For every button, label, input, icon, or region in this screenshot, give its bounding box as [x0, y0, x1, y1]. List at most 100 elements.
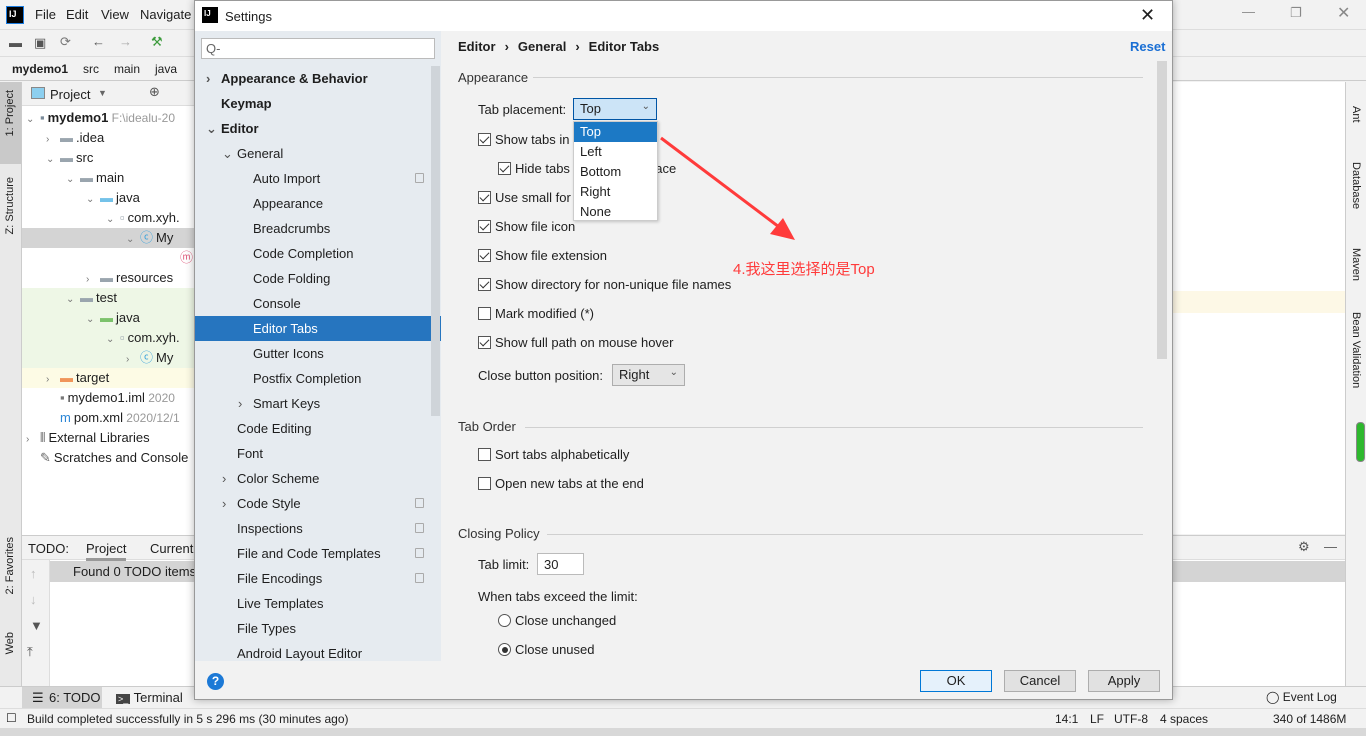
gear-icon[interactable]: ⚙ — [1298, 539, 1310, 555]
expand-chevron-icon[interactable]: ⌄ — [86, 190, 100, 210]
dropdown-option-bottom[interactable]: Bottom — [574, 162, 657, 182]
project-tree-item[interactable]: ⌄ ▬ src — [46, 148, 93, 168]
nav-item-appearance-behavior[interactable]: › Appearance & Behavior — [195, 66, 441, 91]
tool-bean-validation[interactable]: Bean Validation — [1350, 312, 1362, 388]
checkbox-show-file-extension[interactable]: Show file extension — [478, 246, 607, 266]
editor-area[interactable] — [1173, 82, 1345, 534]
project-tree-item[interactable]: › ⫴ External Libraries — [26, 428, 150, 448]
tool-favorites[interactable]: 2: Favorites — [4, 537, 16, 594]
encoding[interactable]: UTF-8 — [1114, 712, 1148, 726]
window-close-icon[interactable]: ✕ — [1337, 3, 1350, 23]
nav-item-live-templates[interactable]: Live Templates — [195, 591, 441, 616]
forward-icon[interactable]: → — [119, 34, 132, 49]
nav-item-code-editing[interactable]: Code Editing — [195, 416, 441, 441]
nav-item-general[interactable]: ⌄ General — [195, 141, 441, 166]
project-tree-item[interactable]: ⌄ ▪ mydemo1 F:\idealu-20 — [26, 108, 175, 128]
tool-database[interactable]: Database — [1350, 162, 1362, 209]
content-scrollbar[interactable] — [1157, 61, 1167, 359]
checkbox-show-tabs-in[interactable]: Show tabs in — [478, 130, 569, 150]
nav-scrollbar[interactable] — [431, 66, 440, 416]
caret-position[interactable]: 14:1 — [1055, 712, 1078, 726]
todo-tab-project[interactable]: Project — [86, 541, 127, 561]
crumb[interactable]: mydemo1 — [12, 62, 68, 76]
nav-item-appearance[interactable]: Appearance — [195, 191, 441, 216]
nav-item-keymap[interactable]: Keymap — [195, 91, 441, 116]
minimize-icon[interactable]: — — [1242, 4, 1255, 19]
project-tree-item[interactable]: › ⓒ My — [126, 348, 173, 368]
project-tree-item[interactable]: ▪ mydemo1.iml 2020 — [46, 388, 175, 408]
expand-chevron-icon[interactable]: ⌄ — [46, 150, 60, 170]
nav-item-smart-keys[interactable]: › Smart Keys — [195, 391, 441, 416]
dropdown-option-left[interactable]: Left — [574, 142, 657, 162]
nav-item-file-encodings[interactable]: File Encodings — [195, 566, 441, 591]
nav-item-console[interactable]: Console — [195, 291, 441, 316]
nav-item-code-style[interactable]: › Code Style — [195, 491, 441, 516]
project-tree-item[interactable]: ⌄ ▬ java — [86, 188, 140, 208]
nav-item-code-folding[interactable]: Code Folding — [195, 266, 441, 291]
filter-icon[interactable]: ▼ — [30, 618, 43, 633]
line-separator[interactable]: LF — [1090, 712, 1104, 726]
cancel-button[interactable]: Cancel — [1004, 670, 1076, 692]
expand-chevron-icon[interactable]: ⌄ — [66, 170, 80, 190]
tool-web[interactable]: Web — [4, 632, 16, 654]
nav-item-inspections[interactable]: Inspections — [195, 516, 441, 541]
tool-project[interactable]: 1: Project — [4, 90, 16, 136]
back-icon[interactable]: ← — [92, 34, 105, 49]
nav-item-file-types[interactable]: File Types — [195, 616, 441, 641]
locate-icon[interactable]: ⊕ — [149, 84, 160, 100]
down-icon[interactable]: ↓ — [30, 592, 37, 607]
expand-chevron-icon[interactable]: › — [86, 270, 100, 290]
project-tree-item[interactable]: m pom.xml 2020/12/1 — [46, 408, 180, 428]
expand-chevron-icon[interactable]: ⌄ — [26, 110, 40, 130]
hide-icon[interactable]: — — [1324, 539, 1337, 554]
tool-maven[interactable]: Maven — [1350, 248, 1362, 281]
chevron-down-icon[interactable]: ▼ — [98, 88, 107, 98]
radio-close-unchanged[interactable]: Close unchanged — [498, 611, 616, 631]
nav-item-breadcrumbs[interactable]: Breadcrumbs — [195, 216, 441, 241]
radio-close-unused[interactable]: Close unused — [498, 640, 595, 660]
tab-limit-input[interactable]: 30 — [537, 553, 584, 575]
chevron-down-icon[interactable]: ⌄ — [206, 116, 217, 141]
crumb[interactable]: java — [155, 62, 177, 76]
checkbox-use-small-for[interactable]: Use small for — [478, 188, 571, 208]
nav-item-gutter-icons[interactable]: Gutter Icons — [195, 341, 441, 366]
tool-ant[interactable]: Ant — [1350, 106, 1362, 123]
nav-item-color-scheme[interactable]: › Color Scheme — [195, 466, 441, 491]
close-button-position-select[interactable]: Right ⌄ — [612, 364, 685, 386]
chevron-down-icon[interactable]: ⌄ — [222, 141, 233, 166]
project-tree-item[interactable]: › ▬ .idea — [46, 128, 104, 148]
restore-icon[interactable]: ❐ — [1290, 5, 1302, 21]
project-tree-item[interactable]: › ▬ resources — [86, 268, 173, 288]
dropdown-option-top[interactable]: Top — [574, 122, 657, 142]
crumb[interactable]: main — [114, 62, 140, 76]
tool-structure[interactable]: Z: Structure — [4, 177, 16, 234]
expand-chevron-icon[interactable]: ⌄ — [66, 290, 80, 310]
save-icon[interactable]: ▣ — [34, 35, 46, 51]
checkbox-sort-tabs[interactable]: Sort tabs alphabetically — [478, 445, 629, 465]
expand-chevron-icon[interactable]: ⌄ — [86, 310, 100, 330]
expand-chevron-icon[interactable]: › — [26, 430, 40, 450]
crumb[interactable]: src — [83, 62, 99, 76]
chevron-right-icon[interactable]: › — [222, 466, 226, 491]
project-panel-title[interactable]: Project — [50, 87, 90, 102]
checkbox-show-directory-for-non-unique-file-names[interactable]: Show directory for non-unique file names — [478, 275, 731, 295]
build-icon[interactable]: ⚒ — [151, 34, 163, 50]
menu-edit[interactable]: Edit — [66, 7, 88, 22]
up-icon[interactable]: ↑ — [30, 566, 37, 581]
expand-chevron-icon[interactable]: ⌄ — [126, 230, 140, 250]
expand-chevron-icon[interactable]: ⌄ — [106, 210, 120, 230]
indent[interactable]: 4 spaces — [1160, 712, 1208, 726]
sync-icon[interactable]: ⟳ — [60, 34, 71, 50]
chevron-right-icon[interactable]: › — [238, 391, 242, 416]
nav-item-font[interactable]: Font — [195, 441, 441, 466]
nav-item-editor[interactable]: ⌄ Editor — [195, 116, 441, 141]
tab-todo[interactable]: ☰ 6: TODO — [22, 687, 102, 708]
event-log[interactable]: ◯ Event Log — [1266, 690, 1337, 704]
dropdown-option-none[interactable]: None — [574, 202, 657, 222]
expand-chevron-icon[interactable]: › — [46, 370, 60, 390]
nav-item-file-and-code-templates[interactable]: File and Code Templates — [195, 541, 441, 566]
todo-tab-current[interactable]: Current — [150, 541, 193, 556]
nav-item-auto-import[interactable]: Auto Import — [195, 166, 441, 191]
pin-icon[interactable]: ⤒ — [27, 644, 33, 660]
dropdown-option-right[interactable]: Right — [574, 182, 657, 202]
